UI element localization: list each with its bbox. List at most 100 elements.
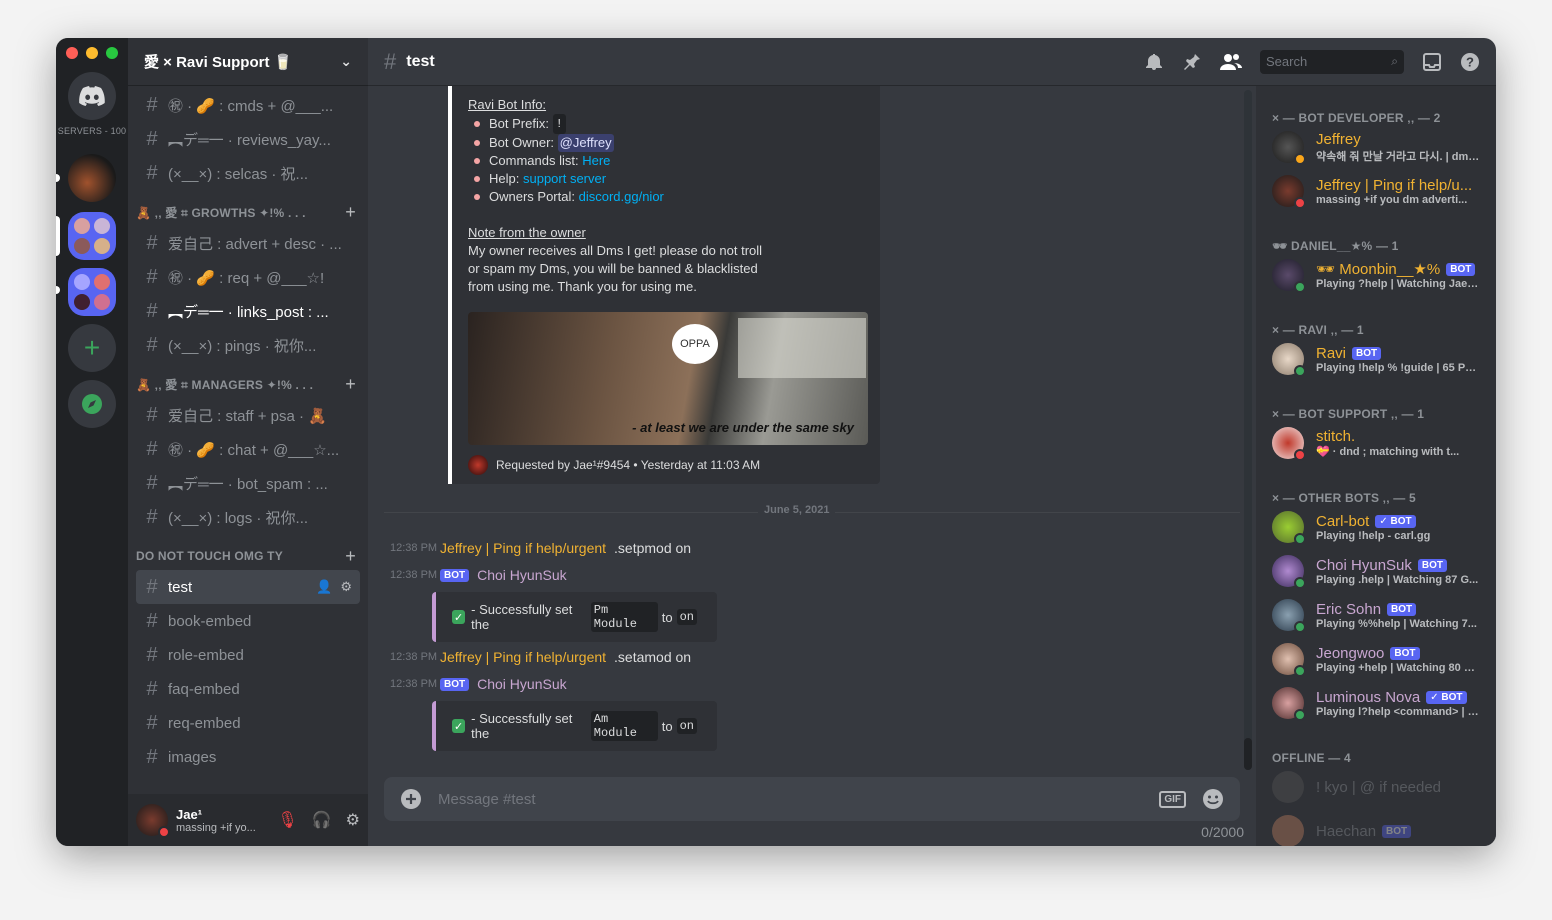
support-server-link[interactable]: support server <box>523 170 606 188</box>
channel-item[interactable]: # 爱自己 : advert + desc · ... <box>136 226 360 260</box>
channel-item[interactable]: # (×__×) : selcas · 祝... <box>136 156 360 190</box>
channel-item[interactable]: # faq-embed <box>136 672 360 706</box>
avatar <box>1272 131 1306 165</box>
member-item[interactable]: stitch. 💝 · dnd ; matching with t... <box>1264 422 1488 464</box>
owner-mention[interactable]: @Jeffrey <box>557 134 614 152</box>
channel-title: test <box>406 52 435 70</box>
attach-plus-icon[interactable] <box>400 788 422 810</box>
explore-servers-button[interactable] <box>68 380 116 428</box>
hash-icon: # <box>146 93 158 116</box>
bell-icon[interactable] <box>1144 52 1164 72</box>
member-item-offline[interactable]: Haechan BOT <box>1264 810 1488 846</box>
bot-badge: BOT <box>440 568 470 582</box>
pin-icon[interactable] <box>1182 52 1202 72</box>
channel-list: # ㊗ · 🥜 : cmds + @___... # ︻デ═一 · reviews_… <box>128 86 368 774</box>
channel-item[interactable]: # ︻デ═一 · reviews_yay... <box>136 122 360 156</box>
bot-badge: BOT <box>1446 262 1476 276</box>
channel-item[interactable]: # (×__×) : logs · 祝你... <box>136 500 360 534</box>
server-folder-active[interactable] <box>68 212 116 260</box>
add-channel-icon[interactable]: + <box>345 374 356 395</box>
message-row[interactable]: 12:38 PM Jeffrey | Ping if help/urgent .… <box>390 540 691 556</box>
servers-count-label: SERVERS - 100 <box>57 126 127 136</box>
channel-item-unread[interactable]: # ︻デ═一 · links_post : ... <box>136 294 360 328</box>
scrollbar-thumb[interactable] <box>1244 738 1252 770</box>
scrollbar-track[interactable] <box>1244 90 1252 770</box>
add-server-button[interactable]: + <box>68 324 116 372</box>
user-settings-gear-icon[interactable]: ⚙ <box>346 810 360 830</box>
character-counter: 0/2000 <box>1201 824 1244 840</box>
message-text: .setpmod on <box>614 540 692 556</box>
member-item[interactable]: Ravi BOT Playing !help % !guide | 65 Por..… <box>1264 338 1488 380</box>
message-row[interactable]: 12:38 PM BOT Choi HyunSuk <box>390 567 567 583</box>
hash-icon: # <box>146 403 158 426</box>
member-item[interactable]: Jeffrey 약속해 줘 만날 거라고 다시. | dm ... <box>1264 126 1488 168</box>
message-author[interactable]: Choi HyunSuk <box>477 676 567 692</box>
message-row[interactable]: 12:38 PM BOT Choi HyunSuk <box>390 676 567 692</box>
bot-badge: ✓ BOT <box>1426 690 1467 704</box>
add-channel-icon[interactable]: + <box>345 202 356 223</box>
category-managers[interactable]: 🧸 ‚‚ 愛 ⌗ MANAGERS ✦!% . . . + <box>136 370 360 398</box>
mute-microphone-icon[interactable]: 🎙 <box>277 810 297 830</box>
chat-area: Ravi Bot Info: Bot Prefix: ! Bot Owner: … <box>368 86 1256 846</box>
message-composer[interactable]: Message #test GIF <box>384 777 1240 821</box>
category-growths[interactable]: 🧸 ‚‚ 愛 ⌗ GROWTHS ✦!% . . . + <box>136 198 360 226</box>
hash-icon: # <box>146 609 158 632</box>
member-item[interactable]: Luminous Nova ✓ BOT Playing l?help <comman… <box>1264 682 1488 724</box>
channel-item[interactable]: # req-embed <box>136 706 360 740</box>
user-status-text: massing +if yo... <box>176 821 256 834</box>
member-item-offline[interactable]: ! kyo | @ if needed <box>1264 766 1488 808</box>
message-author[interactable]: Choi HyunSuk <box>477 567 567 583</box>
channel-item-test-active[interactable]: # test 👤 ⚙ <box>136 570 360 604</box>
message-author[interactable]: Jeffrey | Ping if help/urgent <box>440 540 606 556</box>
message-input[interactable]: Message #test <box>438 791 536 808</box>
idle-status-icon <box>1294 153 1306 165</box>
member-item[interactable]: Jeffrey | Ping if help/u... massing +if y… <box>1264 170 1488 212</box>
avatar[interactable] <box>136 804 170 838</box>
member-item[interactable]: Jeongwoo BOT Playing +help | Watching 80 G… <box>1264 638 1488 680</box>
guild-header[interactable]: 愛 × Ravi Support 🥛 ⌄ <box>128 38 368 86</box>
hash-icon: # <box>146 161 158 184</box>
channel-item[interactable]: # ㊗ · 🥜 : req + @___☆! <box>136 260 360 294</box>
hash-icon: # <box>146 575 158 598</box>
bot-badge: BOT <box>1382 824 1412 838</box>
gif-button[interactable]: GIF <box>1159 790 1186 808</box>
server-folder-2[interactable] <box>68 268 116 316</box>
member-item[interactable]: Carl-bot ✓ BOT Playing !help - carl.gg <box>1264 506 1488 548</box>
home-button[interactable] <box>68 72 116 120</box>
channel-item[interactable]: # 爱自己 : staff + psa · 🧸 <box>136 398 360 432</box>
deafen-icon[interactable]: 🎧 <box>312 810 332 830</box>
message-row[interactable]: 12:38 PM Jeffrey | Ping if help/urgent .… <box>390 649 691 665</box>
add-channel-icon[interactable]: + <box>345 546 356 567</box>
gear-icon[interactable]: ⚙ <box>340 579 352 595</box>
embed-image[interactable]: OPPA - at least we are under the same sk… <box>468 312 868 445</box>
emoji-icon[interactable] <box>1202 788 1224 810</box>
invite-icon[interactable]: 👤 <box>316 579 332 595</box>
zoom-window-button[interactable] <box>106 47 118 59</box>
inbox-icon[interactable] <box>1422 52 1442 72</box>
minimize-window-button[interactable] <box>86 47 98 59</box>
member-item[interactable]: Eric Sohn BOT Playing %%help | Watching 7.… <box>1264 594 1488 636</box>
channel-item[interactable]: # (×__×) : pings · 祝你... <box>136 328 360 362</box>
hash-icon: # <box>146 745 158 768</box>
search-input[interactable]: Search ⌕ <box>1260 49 1404 74</box>
members-list-icon[interactable] <box>1220 52 1242 72</box>
channel-item[interactable]: # images <box>136 740 360 774</box>
close-window-button[interactable] <box>66 47 78 59</box>
image-speech-bubble: OPPA <box>672 324 718 364</box>
member-item[interactable]: 🕶 Moonbin__★% BOT Playing ?help | Watching… <box>1264 254 1488 296</box>
channel-item[interactable]: # ㊗ · 🥜 : chat + @___☆... <box>136 432 360 466</box>
category-do-not-touch[interactable]: DO NOT TOUCH OMG TY + <box>136 542 360 570</box>
server-avatar-1[interactable] <box>68 154 116 202</box>
help-icon[interactable]: ? <box>1460 52 1480 72</box>
embed-info-title: Ravi Bot Info: <box>468 97 547 112</box>
channel-item[interactable]: # ︻デ═一 · bot_spam : ... <box>136 466 360 500</box>
message-author[interactable]: Jeffrey | Ping if help/urgent <box>440 649 606 665</box>
channel-item[interactable]: # ㊗ · 🥜 : cmds + @___... <box>136 88 360 122</box>
member-item[interactable]: Choi HyunSuk BOT Playing .help | Watching … <box>1264 550 1488 592</box>
owners-portal-link[interactable]: discord.gg/nior <box>579 188 664 206</box>
commands-link[interactable]: Here <box>582 152 610 170</box>
channel-item[interactable]: # role-embed <box>136 638 360 672</box>
channel-item[interactable]: # book-embed <box>136 604 360 638</box>
chevron-down-icon: ⌄ <box>340 53 352 69</box>
bot-badge: BOT <box>1390 646 1420 660</box>
